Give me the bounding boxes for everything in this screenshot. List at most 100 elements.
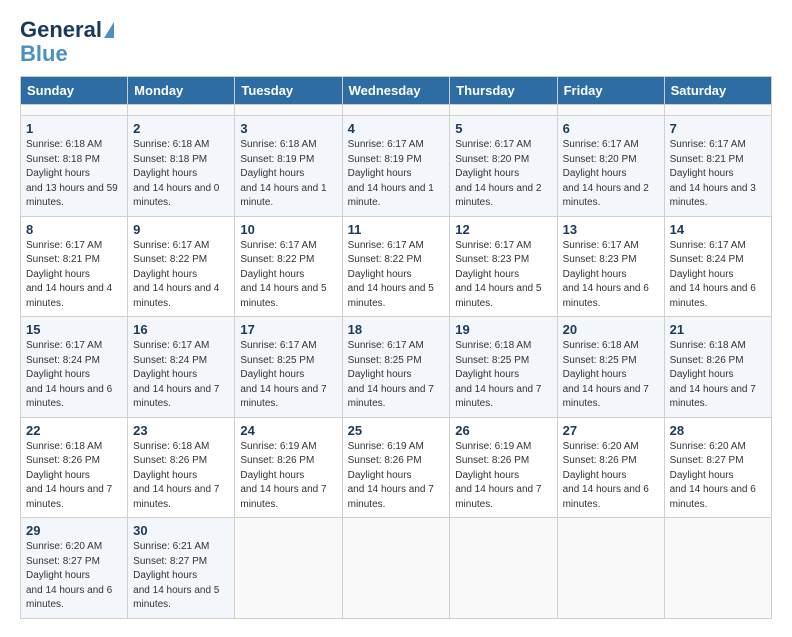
cell-info: Sunrise: 6:18 AMSunset: 8:25 PMDaylight …: [455, 340, 541, 409]
calendar-cell: [450, 105, 557, 116]
cell-info: Sunrise: 6:18 AMSunset: 8:25 PMDaylight …: [563, 340, 649, 409]
day-number: 2: [133, 121, 229, 136]
day-number: 18: [348, 322, 445, 337]
day-number: 11: [348, 222, 445, 237]
cell-info: Sunrise: 6:20 AMSunset: 8:26 PMDaylight …: [563, 441, 649, 510]
calendar-cell: 21Sunrise: 6:18 AMSunset: 8:26 PMDayligh…: [664, 317, 771, 418]
calendar-cell: 24 Sunrise: 6:19 AMSunset: 8:26 PMDayligh…: [235, 417, 342, 518]
day-number: 27: [563, 423, 659, 438]
logo-text: General: [20, 18, 102, 42]
calendar-cell: [235, 518, 342, 619]
calendar-cell: 3 Sunrise: 6:18 AMSunset: 8:19 PMDaylight…: [235, 116, 342, 217]
cell-info: Sunrise: 6:17 AMSunset: 8:24 PMDaylight …: [133, 340, 219, 409]
calendar-cell: [450, 518, 557, 619]
col-header-monday: Monday: [128, 77, 235, 105]
calendar-cell: 2 Sunrise: 6:18 AMSunset: 8:18 PMDaylight…: [128, 116, 235, 217]
calendar-header-row: SundayMondayTuesdayWednesdayThursdayFrid…: [21, 77, 772, 105]
calendar-cell: 22Sunrise: 6:18 AMSunset: 8:26 PMDayligh…: [21, 417, 128, 518]
calendar-cell: [21, 105, 128, 116]
cell-info: Sunrise: 6:17 AMSunset: 8:24 PMDaylight …: [26, 340, 112, 409]
cell-info: Sunrise: 6:17 AMSunset: 8:20 PMDaylight …: [563, 139, 649, 208]
day-number: 10: [240, 222, 336, 237]
calendar-table: SundayMondayTuesdayWednesdayThursdayFrid…: [20, 76, 772, 619]
calendar-cell: 27 Sunrise: 6:20 AMSunset: 8:26 PMDayligh…: [557, 417, 664, 518]
col-header-thursday: Thursday: [450, 77, 557, 105]
calendar-cell: 18 Sunrise: 6:17 AMSunset: 8:25 PMDayligh…: [342, 317, 450, 418]
calendar-cell: [664, 105, 771, 116]
day-number: 26: [455, 423, 551, 438]
cell-info: Sunrise: 6:17 AMSunset: 8:23 PMDaylight …: [563, 240, 649, 309]
day-number: 16: [133, 322, 229, 337]
header: General Blue: [20, 18, 772, 66]
day-number: 30: [133, 523, 229, 538]
day-number: 15: [26, 322, 122, 337]
cell-info: Sunrise: 6:17 AMSunset: 8:19 PMDaylight …: [348, 139, 434, 208]
cell-info: Sunrise: 6:17 AMSunset: 8:21 PMDaylight …: [670, 139, 756, 208]
day-number: 20: [563, 322, 659, 337]
page: General Blue SundayMondayTuesdayWednesda…: [0, 0, 792, 637]
calendar-week-4: 22Sunrise: 6:18 AMSunset: 8:26 PMDayligh…: [21, 417, 772, 518]
cell-info: Sunrise: 6:17 AMSunset: 8:21 PMDaylight …: [26, 240, 112, 309]
calendar-cell: [128, 105, 235, 116]
col-header-sunday: Sunday: [21, 77, 128, 105]
cell-info: Sunrise: 6:18 AMSunset: 8:18 PMDaylight …: [133, 139, 219, 208]
cell-info: Sunrise: 6:18 AMSunset: 8:26 PMDaylight …: [133, 441, 219, 510]
day-number: 9: [133, 222, 229, 237]
calendar-cell: 9 Sunrise: 6:17 AMSunset: 8:22 PMDaylight…: [128, 216, 235, 317]
calendar-cell: 15 Sunrise: 6:17 AMSunset: 8:24 PMDayligh…: [21, 317, 128, 418]
day-number: 29: [26, 523, 122, 538]
cell-info: Sunrise: 6:19 AMSunset: 8:26 PMDaylight …: [348, 441, 434, 510]
day-number: 12: [455, 222, 551, 237]
day-number: 4: [348, 121, 445, 136]
calendar-cell: [342, 105, 450, 116]
calendar-cell: 4 Sunrise: 6:17 AMSunset: 8:19 PMDaylight…: [342, 116, 450, 217]
calendar-cell: 8 Sunrise: 6:17 AMSunset: 8:21 PMDaylight…: [21, 216, 128, 317]
calendar-cell: 13 Sunrise: 6:17 AMSunset: 8:23 PMDayligh…: [557, 216, 664, 317]
calendar-cell: [557, 105, 664, 116]
day-number: 7: [670, 121, 766, 136]
calendar-week-2: 8 Sunrise: 6:17 AMSunset: 8:21 PMDaylight…: [21, 216, 772, 317]
calendar-cell: 28Sunrise: 6:20 AMSunset: 8:27 PMDayligh…: [664, 417, 771, 518]
calendar-week-1: 1Sunrise: 6:18 AMSunset: 8:18 PMDaylight…: [21, 116, 772, 217]
calendar-cell: 11 Sunrise: 6:17 AMSunset: 8:22 PMDayligh…: [342, 216, 450, 317]
calendar-cell: [557, 518, 664, 619]
day-number: 13: [563, 222, 659, 237]
col-header-friday: Friday: [557, 77, 664, 105]
calendar-week-0: [21, 105, 772, 116]
calendar-cell: [664, 518, 771, 619]
cell-info: Sunrise: 6:17 AMSunset: 8:23 PMDaylight …: [455, 240, 541, 309]
calendar-cell: 12 Sunrise: 6:17 AMSunset: 8:23 PMDayligh…: [450, 216, 557, 317]
calendar-cell: 25Sunrise: 6:19 AMSunset: 8:26 PMDayligh…: [342, 417, 450, 518]
calendar-cell: 26Sunrise: 6:19 AMSunset: 8:26 PMDayligh…: [450, 417, 557, 518]
calendar-cell: 7 Sunrise: 6:17 AMSunset: 8:21 PMDaylight…: [664, 116, 771, 217]
logo-blue-text: Blue: [20, 42, 68, 66]
cell-info: Sunrise: 6:17 AMSunset: 8:25 PMDaylight …: [240, 340, 326, 409]
cell-info: Sunrise: 6:17 AMSunset: 8:22 PMDaylight …: [348, 240, 434, 309]
calendar-cell: 5Sunrise: 6:17 AMSunset: 8:20 PMDaylight…: [450, 116, 557, 217]
day-number: 3: [240, 121, 336, 136]
day-number: 17: [240, 322, 336, 337]
cell-info: Sunrise: 6:17 AMSunset: 8:25 PMDaylight …: [348, 340, 434, 409]
calendar-cell: 1Sunrise: 6:18 AMSunset: 8:18 PMDaylight…: [21, 116, 128, 217]
calendar-cell: [342, 518, 450, 619]
day-number: 23: [133, 423, 229, 438]
calendar-cell: 20 Sunrise: 6:18 AMSunset: 8:25 PMDayligh…: [557, 317, 664, 418]
cell-info: Sunrise: 6:18 AMSunset: 8:19 PMDaylight …: [240, 139, 326, 208]
cell-info: Sunrise: 6:17 AMSunset: 8:24 PMDaylight …: [670, 240, 756, 309]
day-number: 8: [26, 222, 122, 237]
calendar-cell: 29Sunrise: 6:20 AMSunset: 8:27 PMDayligh…: [21, 518, 128, 619]
cell-info: Sunrise: 6:18 AMSunset: 8:26 PMDaylight …: [26, 441, 112, 510]
cell-info: Sunrise: 6:18 AMSunset: 8:18 PMDaylight …: [26, 139, 118, 208]
day-number: 6: [563, 121, 659, 136]
day-number: 14: [670, 222, 766, 237]
calendar-cell: 23 Sunrise: 6:18 AMSunset: 8:26 PMDayligh…: [128, 417, 235, 518]
cell-info: Sunrise: 6:17 AMSunset: 8:22 PMDaylight …: [240, 240, 326, 309]
cell-info: Sunrise: 6:17 AMSunset: 8:22 PMDaylight …: [133, 240, 219, 309]
col-header-wednesday: Wednesday: [342, 77, 450, 105]
day-number: 24: [240, 423, 336, 438]
calendar-cell: 16 Sunrise: 6:17 AMSunset: 8:24 PMDayligh…: [128, 317, 235, 418]
calendar-cell: [235, 105, 342, 116]
cell-info: Sunrise: 6:21 AMSunset: 8:27 PMDaylight …: [133, 541, 219, 610]
cell-info: Sunrise: 6:19 AMSunset: 8:26 PMDaylight …: [240, 441, 326, 510]
calendar-cell: 17 Sunrise: 6:17 AMSunset: 8:25 PMDayligh…: [235, 317, 342, 418]
